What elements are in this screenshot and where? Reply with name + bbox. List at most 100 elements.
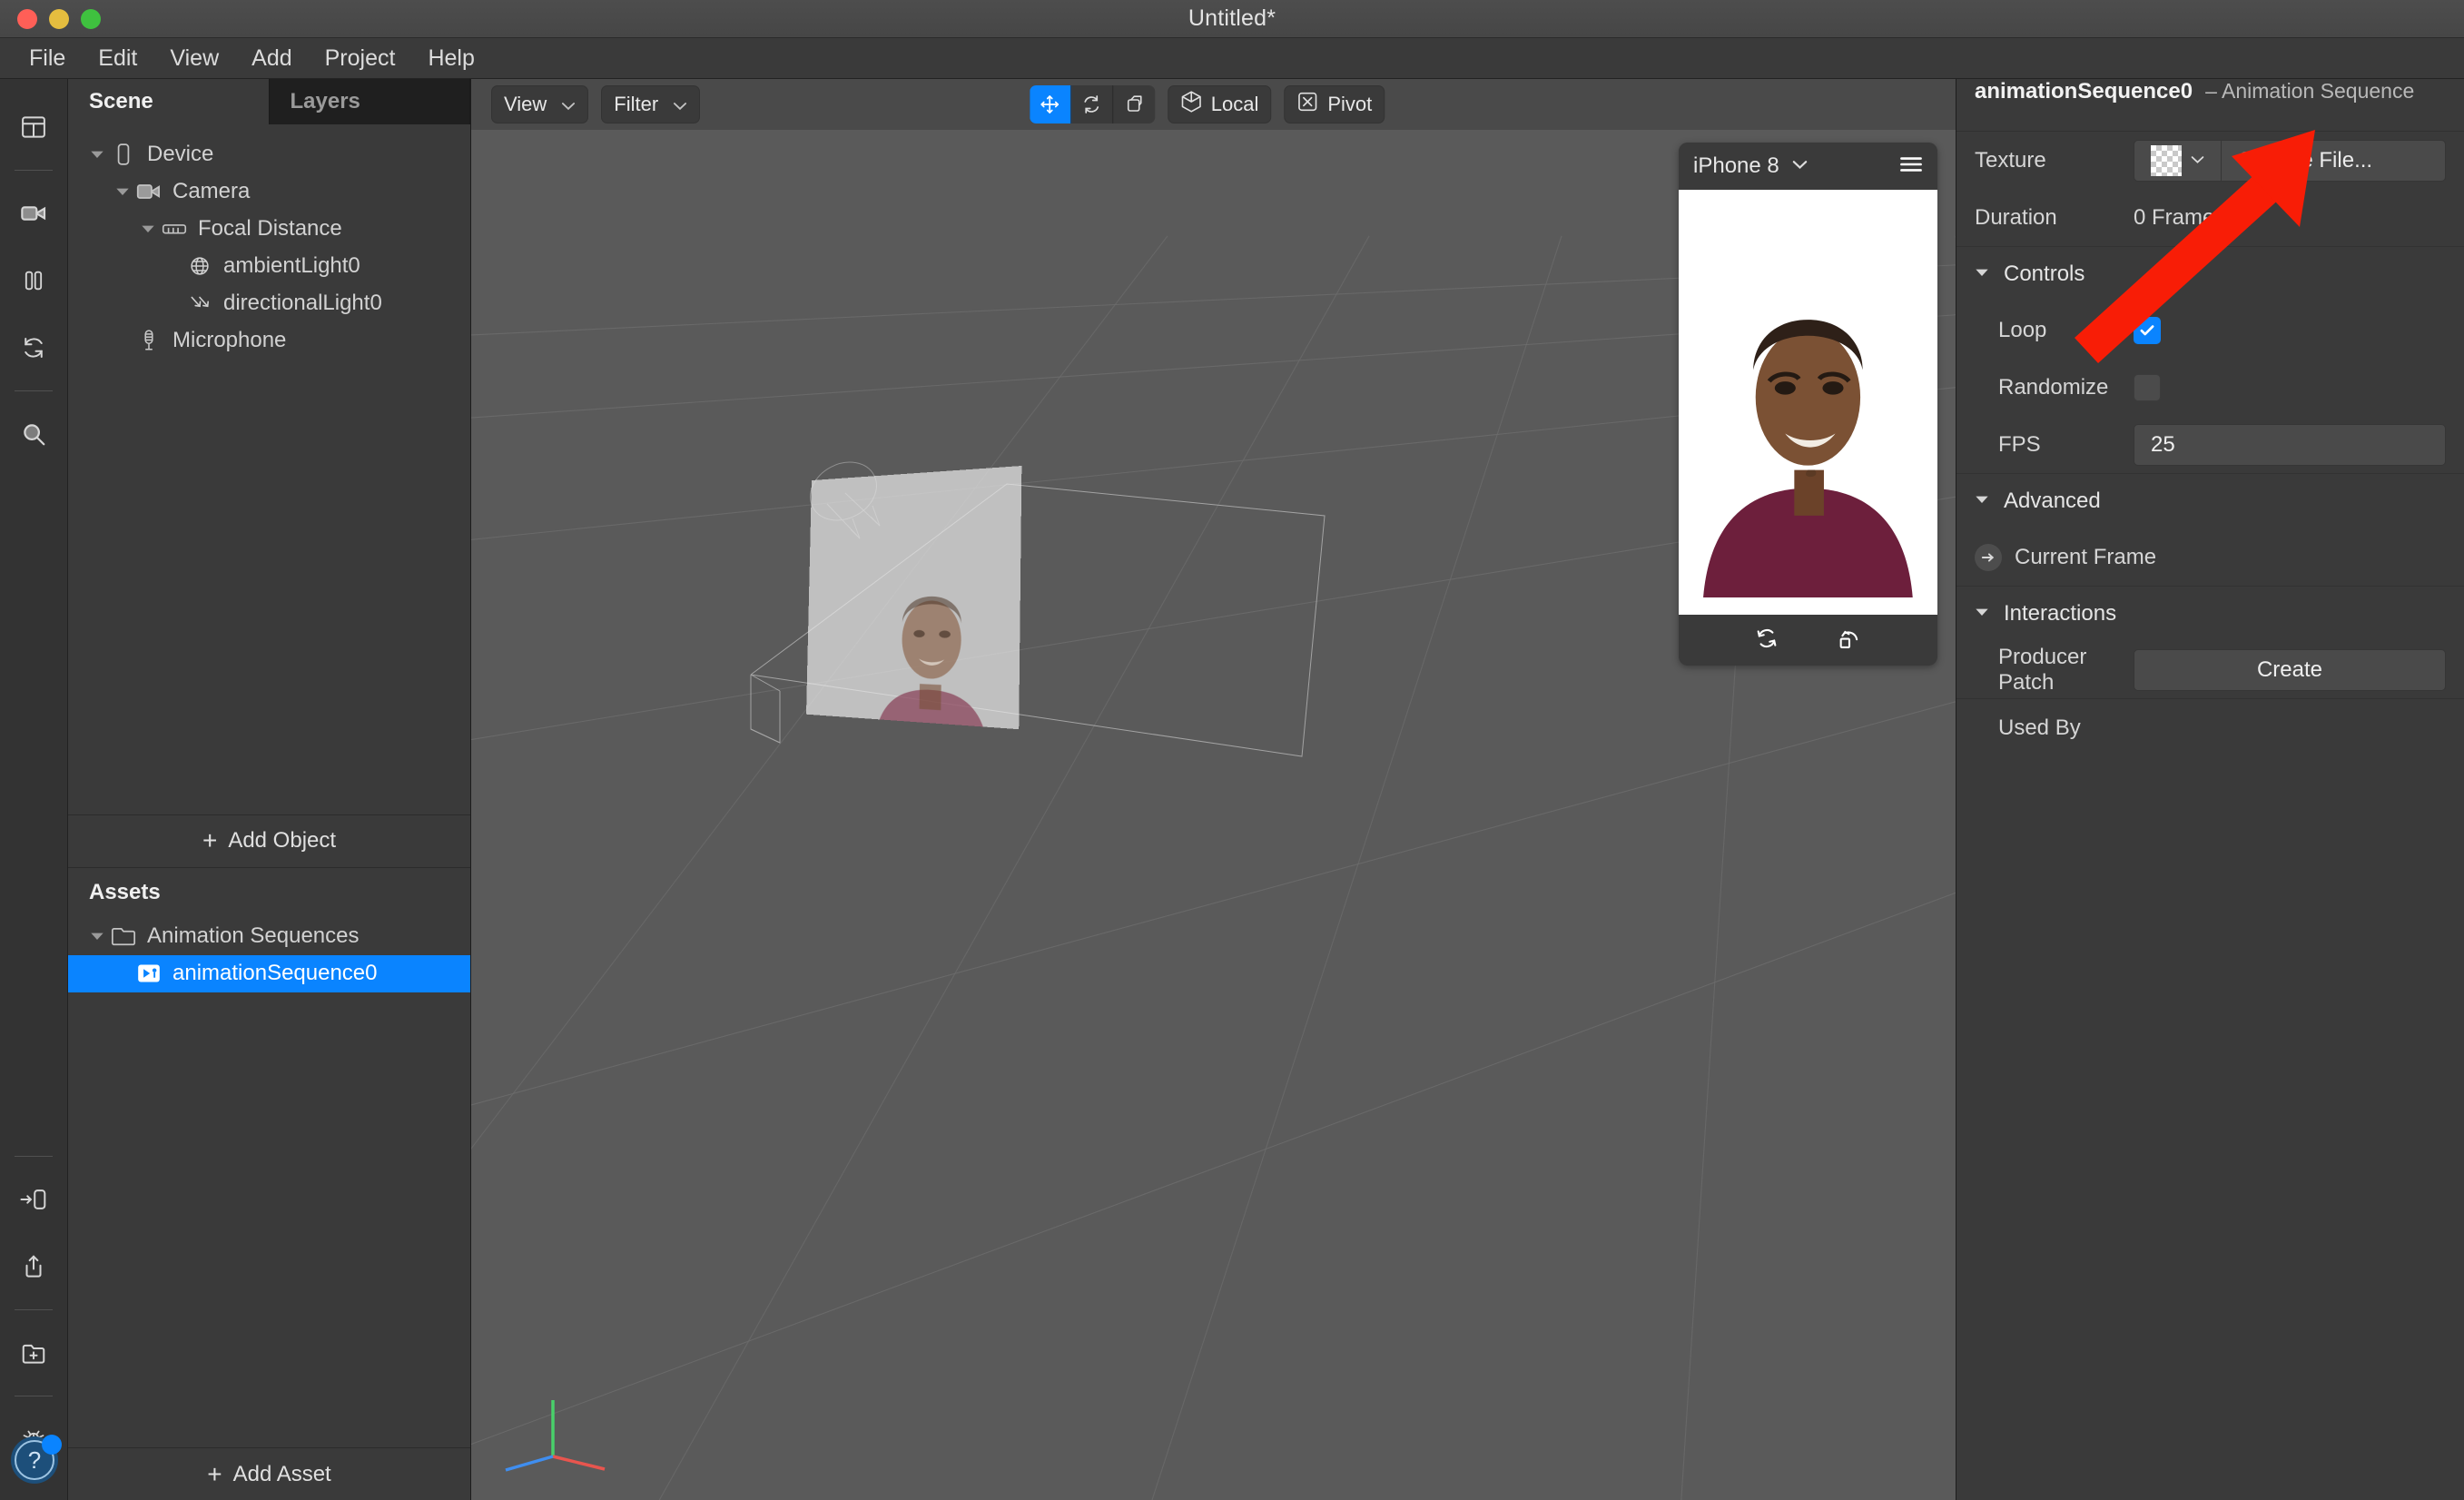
camera-icon [133,182,164,202]
reset-view-icon[interactable] [1837,626,1862,656]
advanced-section-header[interactable]: Advanced [1956,474,2464,528]
tree-node-focal-distance[interactable]: Focal Distance [68,210,470,247]
current-frame-row[interactable]: Current Frame [1956,528,2464,586]
help-button[interactable]: ? [11,1435,62,1484]
viewport-3d[interactable]: iPhone 8 [471,130,1956,1500]
choose-file-button[interactable]: Choose File... [2221,139,2446,182]
advanced-section-label: Advanced [2004,488,2101,513]
tab-layers[interactable]: Layers [270,79,470,124]
controls-section-header[interactable]: Controls [1956,247,2464,301]
pivot-icon [1296,91,1318,118]
asset-item-animationsequence0[interactable]: animationSequence0 [68,954,470,992]
new-folder-icon[interactable] [8,1327,59,1378]
transform-tool-segment [1029,85,1155,123]
help-notification-dot [42,1435,62,1455]
device-portrait-image [1703,320,1913,598]
view-dropdown-label: View [504,93,547,115]
chevron-down-icon[interactable] [1792,158,1808,174]
inspector-object-name: animationSequence0 [1975,79,2193,104]
rotate-device-icon[interactable] [1754,626,1779,656]
chevron-down-icon [2191,153,2204,169]
share-icon[interactable] [8,1241,59,1292]
producer-patch-label: Producer Patch [1998,644,2087,695]
add-object-button[interactable]: + Add Object [68,814,470,867]
pause-icon[interactable] [8,255,59,306]
caret-down-icon[interactable] [112,181,133,202]
portrait-texture [874,596,990,730]
microphone-icon [133,329,164,352]
menu-help[interactable]: Help [411,42,490,75]
texture-swatch-dropdown[interactable] [2134,139,2221,182]
tree-node-ambientlight0[interactable]: ambientLight0 [68,247,470,284]
pivot-label: Pivot [1327,93,1373,115]
menu-bar: File Edit View Add Project Help [0,38,2464,79]
asset-folder-animation-sequences[interactable]: Animation Sequences [68,918,470,955]
refresh-icon[interactable] [8,322,59,373]
caret-down-icon [1975,265,1989,284]
menu-file[interactable]: File [13,42,82,75]
hamburger-icon[interactable] [1899,155,1923,178]
assets-header: Assets [68,866,470,918]
chevron-down-icon [561,93,576,116]
tree-node-camera[interactable]: Camera [68,173,470,210]
tab-scene[interactable]: Scene [68,79,270,124]
texture-controls: Choose File... [2134,139,2446,182]
caret-down-icon[interactable] [137,218,159,240]
output-port-icon [1975,543,2002,571]
interactions-section-header[interactable]: Interactions [1956,587,2464,641]
menu-view[interactable]: View [153,42,235,75]
tree-node-device[interactable]: Device [68,135,470,173]
add-asset-button[interactable]: + Add Asset [68,1447,470,1500]
tree-label: ambientLight0 [223,252,360,278]
asset-label: animationSequence0 [172,961,378,985]
move-tool-icon[interactable] [1029,85,1071,123]
randomize-checkbox[interactable] [2134,373,2161,401]
texture-row: Texture Choose File... [1956,132,2464,189]
texture-label: Texture [1975,147,2046,173]
randomize-row: Randomize [1956,359,2464,416]
current-frame-label: Current Frame [2015,544,2157,569]
plus-icon: + [207,1459,222,1488]
layout-icon[interactable] [8,102,59,153]
add-object-label: Add Object [228,828,337,853]
search-icon[interactable] [8,409,59,459]
producer-patch-row: Producer Patch Create [1956,641,2464,698]
tree-label: Microphone [172,327,287,352]
asset-label: Animation Sequences [147,923,360,948]
local-space-button[interactable]: Local [1167,85,1272,123]
used-by-row: Used By [1956,699,2464,756]
device-preview-footer [1679,615,1937,666]
filter-dropdown[interactable]: Filter [601,85,701,123]
caret-down-icon [1975,605,1989,624]
left-panel: Scene Layers Device Camera Focal Distanc… [68,79,471,1500]
left-icon-rail: ? [0,79,68,1500]
assets-tree: Animation Sequences animationSequence0 [68,918,470,1448]
view-dropdown[interactable]: View [491,85,589,123]
send-to-device-icon[interactable] [8,1174,59,1225]
create-button[interactable]: Create [2134,648,2446,691]
fps-input[interactable]: 25 [2134,423,2446,466]
caret-down-icon[interactable] [86,925,108,947]
caret-down-icon[interactable] [86,143,108,165]
randomize-label: Randomize [1998,374,2109,400]
add-asset-label: Add Asset [232,1461,331,1486]
menu-project[interactable]: Project [309,42,412,75]
image-plane[interactable] [806,466,1022,730]
rail-divider-2 [15,390,53,391]
menu-add[interactable]: Add [235,42,308,75]
directional-light-icon [184,291,215,315]
camera-icon[interactable] [8,188,59,239]
tree-node-microphone[interactable]: Microphone [68,321,470,359]
viewport-toolbar: View Filter Local Pivot [471,79,1956,130]
rotate-tool-icon[interactable] [1071,85,1113,123]
device-preview-screen[interactable] [1679,190,1937,615]
rail-divider-1 [15,170,53,171]
transform-tools-group: Local Pivot [1029,85,1398,123]
scale-tool-icon[interactable] [1113,85,1155,123]
cube-icon [1180,90,1202,119]
loop-checkbox[interactable] [2134,316,2161,344]
title-bar: Untitled* [0,0,2464,38]
pivot-button[interactable]: Pivot [1284,85,1385,123]
tree-node-directionallight0[interactable]: directionalLight0 [68,284,470,321]
menu-edit[interactable]: Edit [82,42,153,75]
